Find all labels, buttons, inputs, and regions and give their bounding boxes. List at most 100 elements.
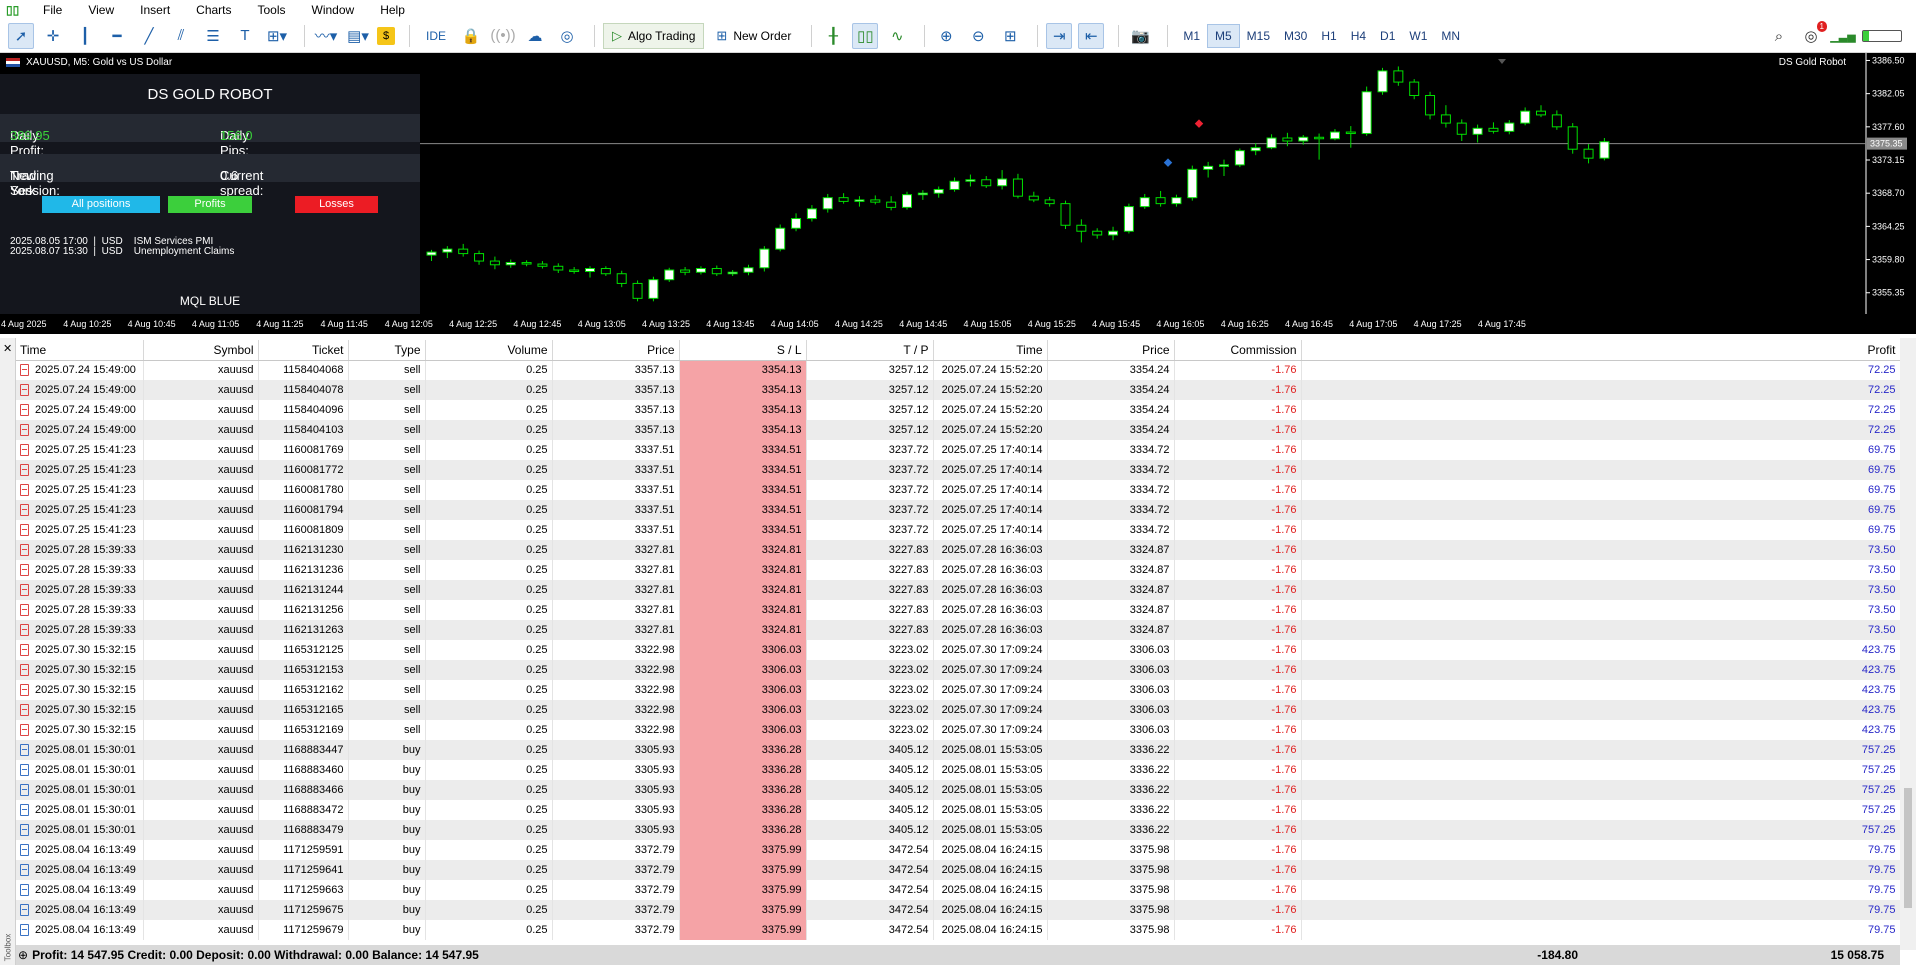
table-row[interactable]: 2025.07.30 15:32:15 xauusd 1165312153 sell 0…: [16, 660, 1901, 680]
table-row[interactable]: 2025.07.24 15:49:00 xauusd 1158404096 sell 0…: [16, 400, 1901, 420]
lock-icon[interactable]: 🔒: [458, 23, 484, 49]
column-header[interactable]: Time: [16, 340, 144, 361]
table-cell: 757.25: [1301, 740, 1901, 760]
table-row[interactable]: 2025.08.04 16:13:49 xauusd 1171259679 buy 0.…: [16, 920, 1901, 940]
expert-advisor-label[interactable]: DS Gold Robot: [1779, 57, 1846, 68]
timeframe-w1[interactable]: W1: [1402, 24, 1434, 48]
shapes-tool-icon[interactable]: ⊞▾: [264, 23, 290, 49]
scrollbar-thumb[interactable]: [1904, 788, 1912, 908]
chart-shift-icon[interactable]: ⇤: [1078, 22, 1105, 49]
timeframe-h4[interactable]: H4: [1344, 24, 1373, 48]
table-row[interactable]: 2025.07.24 15:49:00 xauusd 1158404068 sell 0…: [16, 360, 1901, 380]
table-row[interactable]: 2025.08.01 15:30:01 xauusd 1168883460 buy 0.…: [16, 760, 1901, 780]
timeframe-d1[interactable]: D1: [1373, 24, 1402, 48]
table-row[interactable]: 2025.07.28 15:39:33 xauusd 1162131236 sell 0…: [16, 560, 1901, 580]
table-row[interactable]: 2025.07.30 15:32:15 xauusd 1165312125 sell 0…: [16, 640, 1901, 660]
timeframe-mn[interactable]: MN: [1434, 24, 1467, 48]
close-icon[interactable]: ✕: [3, 342, 12, 355]
vps-icon[interactable]: ◎: [554, 23, 580, 49]
market-icon[interactable]: $: [377, 26, 395, 45]
menu-file[interactable]: File: [30, 3, 75, 17]
menu-tools[interactable]: Tools: [245, 3, 299, 17]
table-row[interactable]: 2025.08.01 15:30:01 xauusd 1168883479 buy 0.…: [16, 820, 1901, 840]
indicators-icon[interactable]: 〰▾: [313, 23, 339, 49]
crosshair-tool-icon[interactable]: ✛: [40, 23, 66, 49]
timeframe-m5[interactable]: M5: [1207, 23, 1240, 48]
candlestick-chart-icon[interactable]: ▯▯: [852, 22, 879, 49]
column-header[interactable]: Symbol: [143, 340, 259, 361]
column-header[interactable]: Profit: [1301, 340, 1901, 361]
notifications-icon[interactable]: ◎ 1: [1798, 21, 1827, 49]
trendline-tool-icon[interactable]: ╱: [136, 23, 162, 49]
table-row[interactable]: 2025.07.28 15:39:33 xauusd 1162131256 sell 0…: [16, 600, 1901, 620]
table-row[interactable]: 2025.07.28 15:39:33 xauusd 1162131230 sell 0…: [16, 540, 1901, 560]
table-row[interactable]: 2025.07.30 15:32:15 xauusd 1165312162 sell 0…: [16, 680, 1901, 700]
menu-charts[interactable]: Charts: [183, 3, 244, 17]
new-order-button[interactable]: ⊞ New Order: [708, 23, 799, 49]
horizontal-line-tool-icon[interactable]: ━: [104, 23, 130, 49]
timeframe-m1[interactable]: M1: [1176, 24, 1207, 48]
column-header[interactable]: Commission: [1174, 340, 1302, 361]
losses-button[interactable]: Losses: [295, 196, 378, 213]
fibonacci-tool-icon[interactable]: ☰: [200, 23, 226, 49]
wifi-signal-icon[interactable]: ▁▃▅: [1830, 23, 1856, 49]
menu-window[interactable]: Window: [299, 3, 368, 17]
table-row[interactable]: 2025.08.04 16:13:49 xauusd 1171259641 buy 0.…: [16, 860, 1901, 880]
menu-view[interactable]: View: [75, 3, 127, 17]
table-row[interactable]: 2025.07.30 15:32:15 xauusd 1165312165 sell 0…: [16, 700, 1901, 720]
table-row[interactable]: 2025.07.24 15:49:00 xauusd 1158404078 sell 0…: [16, 380, 1901, 400]
table-row[interactable]: 2025.08.01 15:30:01 xauusd 1168883447 buy 0.…: [16, 740, 1901, 760]
table-row[interactable]: 2025.08.01 15:30:01 xauusd 1168883472 buy 0.…: [16, 800, 1901, 820]
search-icon[interactable]: ⌕: [1766, 23, 1792, 49]
algo-trading-button[interactable]: ▷ Algo Trading: [603, 22, 705, 49]
column-header[interactable]: Type: [348, 340, 426, 361]
signal-icon[interactable]: ((•)): [490, 23, 516, 49]
vertical-scrollbar[interactable]: [1900, 338, 1916, 950]
line-chart-icon[interactable]: ∿: [884, 23, 910, 49]
menu-insert[interactable]: Insert: [127, 3, 183, 17]
profits-button[interactable]: Profits: [168, 196, 252, 213]
timeframe-m15[interactable]: M15: [1240, 24, 1277, 48]
zoom-in-icon[interactable]: ⊕: [933, 23, 959, 49]
channel-tool-icon[interactable]: ⫽: [168, 23, 194, 49]
table-row[interactable]: 2025.08.04 16:13:49 xauusd 1171259663 buy 0.…: [16, 880, 1901, 900]
all-positions-button[interactable]: All positions: [42, 196, 160, 213]
ide-button[interactable]: IDE: [418, 23, 454, 49]
column-header[interactable]: Price: [1047, 340, 1175, 361]
cloud-icon[interactable]: ☁: [522, 23, 548, 49]
menu-help[interactable]: Help: [367, 3, 418, 17]
timeframe-m30[interactable]: M30: [1277, 24, 1314, 48]
price-chart[interactable]: 3386.50 3382.05 3377.60 3373.15 3368.70 3364.…: [0, 53, 1916, 314]
auto-scroll-icon[interactable]: ⇥: [1046, 22, 1073, 49]
table-row[interactable]: 2025.07.28 15:39:33 xauusd 1162131263 sell 0…: [16, 620, 1901, 640]
screenshot-icon[interactable]: 📷: [1127, 23, 1153, 49]
timeframe-h1[interactable]: H1: [1314, 24, 1343, 48]
column-header[interactable]: Volume: [425, 340, 553, 361]
table-row[interactable]: 2025.08.01 15:30:01 xauusd 1168883466 buy 0.…: [16, 780, 1901, 800]
bar-chart-icon[interactable]: ╂: [820, 23, 846, 49]
chart-templates-icon[interactable]: ▤▾: [345, 23, 371, 49]
vertical-line-tool-icon[interactable]: ┃: [72, 23, 98, 49]
table-row[interactable]: 2025.07.24 15:49:00 xauusd 1158404103 sell 0…: [16, 420, 1901, 440]
column-header[interactable]: Time: [933, 340, 1048, 361]
column-header[interactable]: Price: [552, 340, 680, 361]
table-row[interactable]: 2025.07.25 15:41:23 xauusd 1160081772 sell 0…: [16, 460, 1901, 480]
table-row[interactable]: 2025.08.04 16:13:49 xauusd 1171259591 buy 0.…: [16, 840, 1901, 860]
table-cell: 2025.07.28 16:36:03: [933, 600, 1048, 620]
cursor-tool-icon[interactable]: ➚: [8, 22, 34, 49]
column-header[interactable]: T / P: [806, 340, 934, 361]
table-row[interactable]: 2025.07.25 15:41:23 xauusd 1160081769 sell 0…: [16, 440, 1901, 460]
table-cell: 2025.07.25 17:40:14: [933, 500, 1048, 520]
expand-icon[interactable]: ⊕: [18, 948, 28, 962]
zoom-out-icon[interactable]: ⊖: [965, 23, 991, 49]
table-row[interactable]: 2025.07.30 15:32:15 xauusd 1165312169 sell 0…: [16, 720, 1901, 740]
column-header[interactable]: S / L: [679, 340, 807, 361]
table-row[interactable]: 2025.07.25 15:41:23 xauusd 1160081780 sell 0…: [16, 480, 1901, 500]
column-header[interactable]: Ticket: [258, 340, 349, 361]
table-row[interactable]: 2025.08.04 16:13:49 xauusd 1171259675 buy 0.…: [16, 900, 1901, 920]
text-tool-icon[interactable]: T: [232, 23, 258, 49]
table-row[interactable]: 2025.07.25 15:41:23 xauusd 1160081794 sell 0…: [16, 500, 1901, 520]
tile-windows-icon[interactable]: ⊞: [997, 23, 1023, 49]
table-row[interactable]: 2025.07.28 15:39:33 xauusd 1162131244 sell 0…: [16, 580, 1901, 600]
table-row[interactable]: 2025.07.25 15:41:23 xauusd 1160081809 sell 0…: [16, 520, 1901, 540]
